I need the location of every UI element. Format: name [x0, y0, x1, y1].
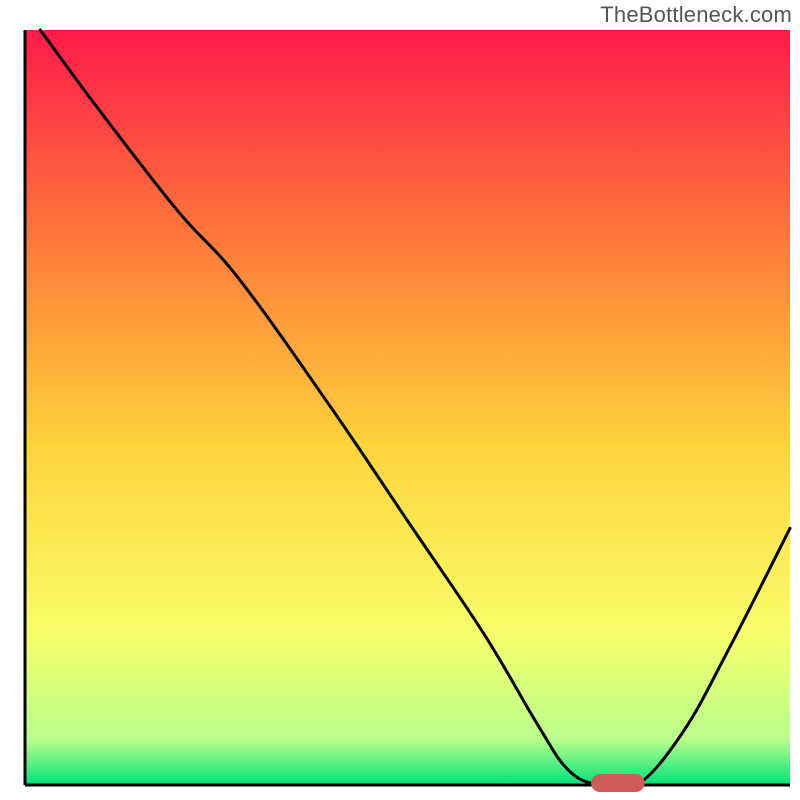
chart-container: TheBottleneck.com — [0, 0, 800, 800]
plot-background — [25, 30, 790, 785]
watermark-text: TheBottleneck.com — [600, 2, 792, 28]
optimal-marker — [591, 774, 645, 792]
chart-svg — [0, 0, 800, 800]
